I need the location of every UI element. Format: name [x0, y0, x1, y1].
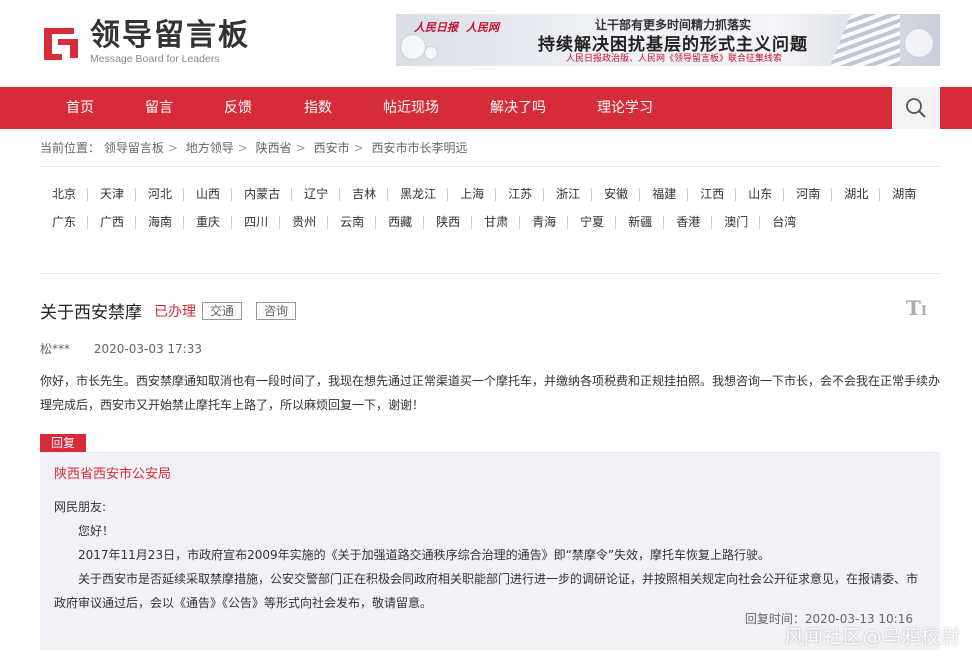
banner-line-3: 人民日报政治版、人民网《领导留言板》联合征集线索	[565, 54, 782, 64]
nav-home[interactable]: 首页	[66, 87, 94, 129]
province-link[interactable]: 福建	[640, 180, 689, 208]
province-link[interactable]: 台湾	[760, 208, 808, 236]
province-link[interactable]: 上海	[448, 180, 497, 208]
reply-salutation: 网民朋友:	[54, 500, 107, 514]
logo-subtitle: Message Board for Leaders	[90, 53, 220, 65]
bubble-icon	[424, 46, 438, 60]
province-list: 北京 天津 河北 山西 内蒙古 辽宁 吉林 黑龙江 上海 江苏 浙江 安徽 福建 江西 山东 河南 湖北 湖南 广…	[40, 180, 940, 236]
province-link[interactable]: 广东	[40, 208, 89, 236]
search-button[interactable]	[892, 87, 940, 129]
province-link[interactable]: 山西	[184, 180, 233, 208]
province-link[interactable]: 湖南	[880, 180, 928, 208]
letter-title: 关于西安禁摩	[40, 303, 142, 323]
nav-feedback[interactable]: 反馈	[224, 87, 252, 129]
breadcrumb-separator: >	[353, 141, 364, 155]
logo-mark-icon	[40, 22, 82, 64]
logo-title: 领导留言板	[90, 18, 250, 53]
province-link[interactable]: 辽宁	[292, 180, 341, 208]
reply-body: 网民朋友: 您好！ 2017年11月23日，市政府宣布2009年实施的《关于加强…	[54, 495, 924, 615]
nav-theory[interactable]: 理论学习	[597, 87, 653, 129]
province-link[interactable]: 浙江	[544, 180, 593, 208]
letter-content: 你好，市长先生。西安禁摩通知取消也有一段时间了，我现在想先通过正常渠道买一个摩托…	[40, 374, 941, 412]
province-row-2: 广东 广西 海南 重庆 四川 贵州 云南 西藏 陕西 甘肃 青海 宁夏 新疆 香港 澳门 台湾	[40, 208, 940, 236]
province-link[interactable]: 新疆	[616, 208, 665, 236]
nav-solved[interactable]: 解决了吗	[490, 87, 546, 129]
campaign-banner[interactable]: 人民日报 人民网 让干部有更多时间精力抓落实 持续解决困扰基层的形式主义问题 人…	[396, 14, 940, 66]
province-link[interactable]: 河南	[784, 180, 833, 208]
bubble-icon	[400, 34, 426, 60]
reply-label: 回复	[40, 434, 86, 453]
province-link[interactable]: 重庆	[184, 208, 233, 236]
province-link[interactable]: 陕西	[424, 208, 473, 236]
province-link[interactable]: 天津	[88, 180, 137, 208]
province-link[interactable]: 西藏	[376, 208, 425, 236]
province-link[interactable]: 内蒙古	[232, 180, 293, 208]
breadcrumb-item[interactable]: 陕西省	[256, 141, 292, 155]
province-link[interactable]: 山东	[736, 180, 785, 208]
province-link[interactable]: 湖北	[832, 180, 881, 208]
province-link[interactable]: 江苏	[496, 180, 545, 208]
site-header: 领导留言板 Message Board for Leaders 人民日报 人民网…	[0, 0, 972, 87]
tag-consult[interactable]: 咨询	[256, 301, 297, 320]
province-link[interactable]: 河北	[136, 180, 185, 208]
nav-message[interactable]: 留言	[145, 87, 173, 129]
banner-logo-peoples-daily: 人民日报	[414, 21, 458, 34]
reply-box: 陕西省西安市公安局 网民朋友: 您好！ 2017年11月23日，市政府宣布200…	[40, 452, 940, 650]
reply-paragraph-1: 2017年11月23日，市政府宣布2009年实施的《关于加强道路交通秩序综合治理…	[78, 548, 771, 562]
province-row-1: 北京 天津 河北 山西 内蒙古 辽宁 吉林 黑龙江 上海 江苏 浙江 安徽 福建 江西 山东 河南 湖北 湖南	[40, 180, 940, 208]
breadcrumb-separator: >	[167, 141, 178, 155]
letter-header: 关于西安禁摩 已办理 交通 咨询	[40, 298, 297, 323]
province-link[interactable]: 黑龙江	[388, 180, 449, 208]
status-badge: 已办理	[154, 303, 196, 320]
province-link[interactable]: 青海	[520, 208, 569, 236]
reply-greeting: 您好！	[78, 524, 115, 538]
province-link[interactable]: 香港	[664, 208, 713, 236]
author-name: 松***	[40, 342, 71, 356]
breadcrumb-prefix: 当前位置：	[40, 141, 101, 155]
reply-paragraph-2: 关于西安市是否延续采取禁摩措施，公安交警部门正在积极会同政府相关职能部门进行进一…	[54, 572, 919, 610]
main-nav: 首页 留言 反馈 指数 帖近现场 解决了吗 理论学习	[0, 87, 972, 129]
banner-logo-people-cn: 人民网	[466, 21, 499, 34]
province-link[interactable]: 四川	[232, 208, 281, 236]
breadcrumb: 当前位置： 领导留言板 > 地方领导 > 陕西省 > 西安市 > 西安市市长李明远	[40, 139, 467, 156]
province-link[interactable]: 广西	[88, 208, 137, 236]
province-link[interactable]: 甘肃	[472, 208, 521, 236]
province-link[interactable]: 宁夏	[568, 208, 617, 236]
province-link[interactable]: 江西	[688, 180, 737, 208]
breadcrumb-item[interactable]: 西安市市长李明远	[371, 141, 467, 155]
stairs-graphic-icon	[830, 14, 900, 66]
nav-index[interactable]: 指数	[304, 87, 332, 129]
nav-onsite[interactable]: 帖近现场	[383, 87, 439, 129]
breadcrumb-item[interactable]: 领导留言板	[104, 141, 164, 155]
province-link[interactable]: 澳门	[712, 208, 761, 236]
site-logo[interactable]: 领导留言板 Message Board for Leaders	[40, 20, 250, 65]
province-link[interactable]: 贵州	[280, 208, 329, 236]
tag-traffic[interactable]: 交通	[202, 301, 243, 320]
province-link[interactable]: 吉林	[340, 180, 389, 208]
breadcrumb-separator: >	[237, 141, 248, 155]
search-icon	[906, 98, 926, 118]
font-size-icon[interactable]: TI	[906, 296, 927, 320]
watermark: 风闻社区@乌鸦校尉	[784, 626, 960, 648]
reply-org[interactable]: 陕西省西安市公安局	[54, 463, 171, 482]
breadcrumb-item[interactable]: 西安市	[314, 141, 350, 155]
post-date: 2020-03-03 17:33	[93, 342, 202, 356]
province-link[interactable]: 海南	[136, 208, 185, 236]
breadcrumb-item[interactable]: 地方领导	[186, 141, 234, 155]
divider	[40, 166, 940, 167]
letter-meta: 松*** 2020-03-03 17:33	[40, 340, 202, 357]
bubble-icon	[904, 28, 934, 58]
province-link[interactable]: 安徽	[592, 180, 641, 208]
breadcrumb-separator: >	[295, 141, 306, 155]
province-link[interactable]: 云南	[328, 208, 377, 236]
province-link[interactable]: 北京	[40, 180, 89, 208]
divider	[40, 273, 940, 274]
